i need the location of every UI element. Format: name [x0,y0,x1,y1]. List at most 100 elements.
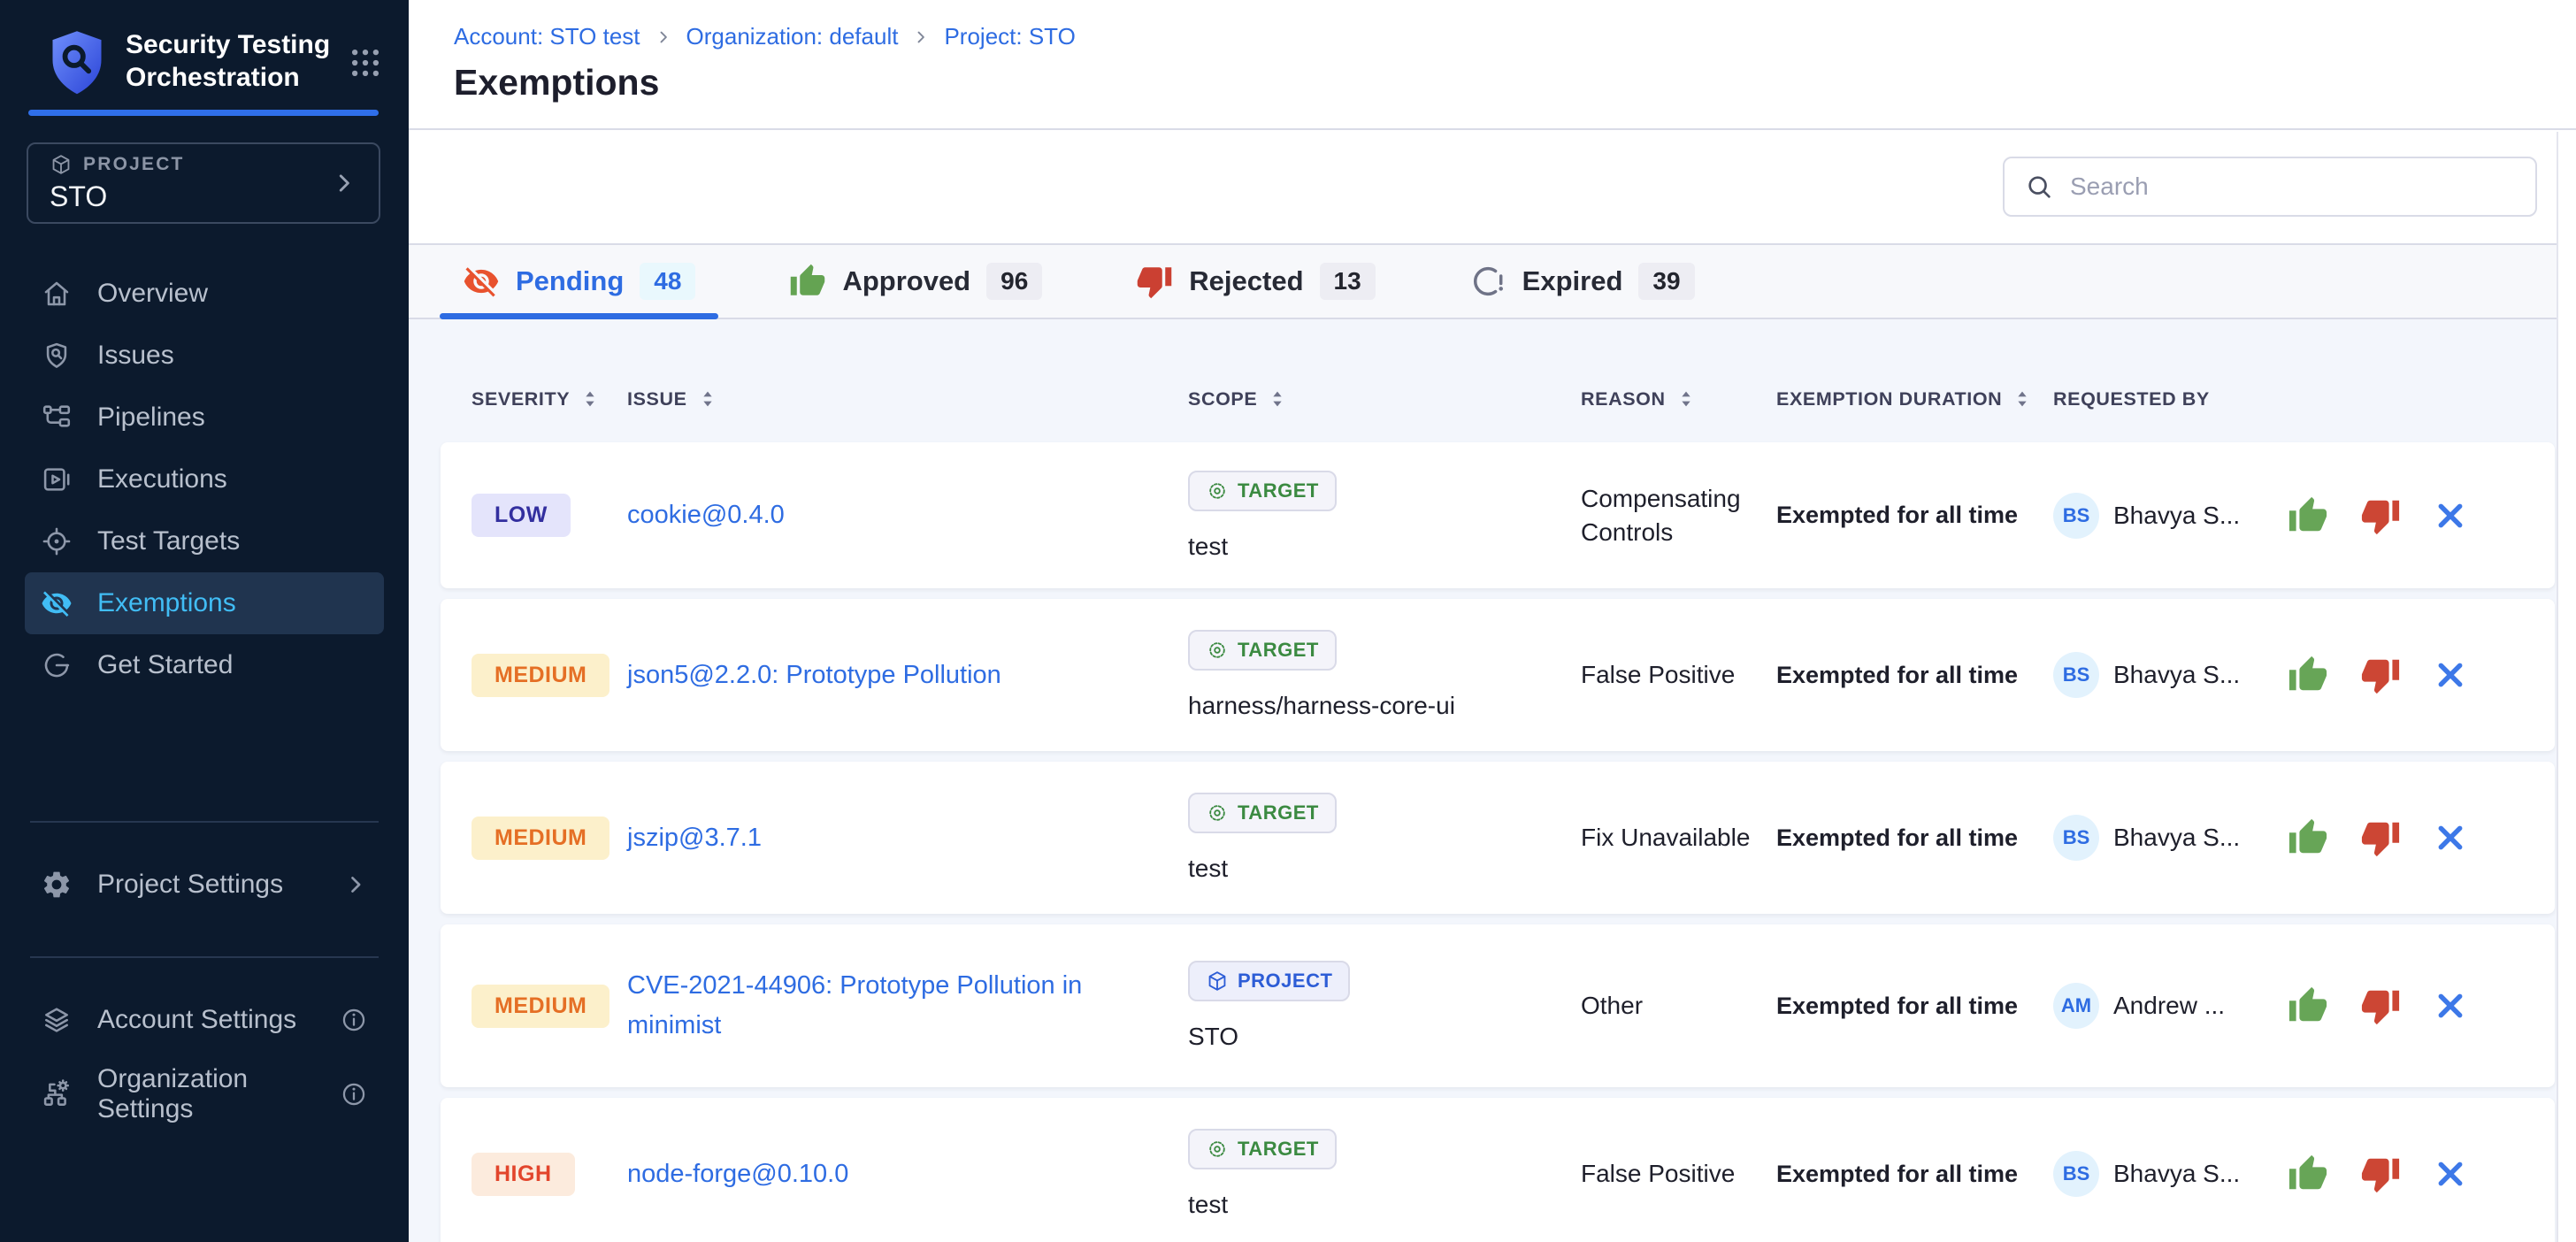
issue-cell: cookie@0.4.0 [627,495,1188,535]
column-header-reason[interactable]: REASON [1581,387,1776,410]
cancel-exemption-button[interactable] [2433,820,2468,855]
scrollbar-track[interactable] [2557,132,2576,1242]
cancel-exemption-button[interactable] [2433,657,2468,693]
scope-cell: TARGETharness/harness-core-ui [1188,630,1581,720]
sidebar-settings-nav: Project Settings [0,854,409,916]
reject-button[interactable] [2360,1154,2401,1194]
sidebar-item-label: Exemptions [97,588,236,618]
scope-badge: TARGET [1188,793,1337,833]
scope-type-label: TARGET [1238,479,1319,502]
sidebar-admin-nav: Account Settings Organization Settings [0,989,409,1125]
scope-cell: TARGETtest [1188,793,1581,883]
thumb-up-icon [789,263,826,300]
sidebar-item-label: Organization Settings [97,1064,315,1124]
cube-icon [1206,970,1229,993]
reject-button[interactable] [2360,985,2401,1026]
search-icon [2024,172,2054,202]
sidebar-item-account-settings[interactable]: Account Settings [25,989,384,1051]
issue-link[interactable]: jszip@3.7.1 [627,818,1188,858]
severity-cell: MEDIUM [472,654,627,697]
sidebar-item-organization-settings[interactable]: Organization Settings [25,1063,384,1125]
sidebar-item-executions[interactable]: Executions [25,448,384,510]
sidebar-item-pipelines[interactable]: Pipelines [25,387,384,448]
sort-icon [1266,387,1289,410]
tab-approved[interactable]: Approved96 [766,245,1065,318]
avatar: BS [2053,815,2099,861]
module-grid-icon[interactable] [349,46,382,80]
cancel-exemption-button[interactable] [2433,1156,2468,1192]
column-header-label: REQUESTED BY [2053,388,2210,410]
table-row: MEDIUMjszip@3.7.1TARGETtestFix Unavailab… [441,762,2555,914]
issue-cell: jszip@3.7.1 [627,818,1188,858]
clock-expired-icon [1469,263,1506,300]
thumb-up-icon [2288,495,2328,536]
reject-button[interactable] [2360,655,2401,695]
tab-label: Expired [1522,265,1623,297]
sidebar-item-get-started[interactable]: Get Started [25,634,384,696]
reject-button[interactable] [2360,817,2401,858]
severity-badge: MEDIUM [472,654,610,697]
sidebar-item-test-targets[interactable]: Test Targets [25,510,384,572]
sidebar-item-label: Issues [97,341,174,371]
column-header-label: SEVERITY [472,388,570,410]
issue-link[interactable]: json5@2.2.0: Prototype Pollution [627,656,1188,695]
avatar: BS [2053,652,2099,698]
requested-by-cell: BSBhavya S... [2053,652,2288,698]
duration-cell: Exempted for all time [1776,502,2053,529]
tab-pending[interactable]: Pending48 [440,245,718,318]
approve-button[interactable] [2288,985,2328,1026]
column-header-severity[interactable]: SEVERITY [472,387,627,410]
approve-button[interactable] [2288,655,2328,695]
project-selector[interactable]: PROJECT STO [27,142,380,224]
sidebar-item-issues[interactable]: Issues [25,325,384,387]
column-header-exemption-duration[interactable]: EXEMPTION DURATION [1776,387,2053,410]
chevron-right-icon [331,170,357,196]
search-input[interactable] [2070,172,2516,201]
column-header-label: ISSUE [627,388,687,410]
chevron-right-icon [343,872,368,897]
sidebar-item-label: Test Targets [97,526,240,556]
executions-icon [41,464,73,495]
thumb-down-icon [1136,263,1173,300]
breadcrumb-link[interactable]: Project: STO [944,23,1075,50]
chevron-right-icon [912,28,930,46]
thumb-up-icon [2288,817,2328,858]
reject-button[interactable] [2360,495,2401,536]
module-grid-icon [349,46,382,80]
sidebar-item-project-settings[interactable]: Project Settings [25,854,384,916]
table-rows: LOWcookie@0.4.0TARGETtestCompensating Co… [441,442,2555,1242]
issue-cell: json5@2.2.0: Prototype Pollution [627,656,1188,695]
sidebar-item-overview[interactable]: Overview [25,263,384,325]
reason-cell: False Positive [1581,658,1776,692]
project-selector-label: PROJECT [83,154,185,175]
cancel-exemption-button[interactable] [2433,498,2468,533]
breadcrumb-link[interactable]: Account: STO test [454,23,640,50]
tab-bar: Pending48 Approved96 Rejected13 Expired39 [409,245,2576,319]
sidebar-item-exemptions[interactable]: Exemptions [25,572,384,634]
column-header-label: EXEMPTION DURATION [1776,388,2002,410]
issue-link[interactable]: node-forge@0.10.0 [627,1154,1188,1194]
row-actions [2288,985,2555,1026]
scope-name: test [1188,533,1228,561]
breadcrumb-link[interactable]: Organization: default [686,23,899,50]
issue-link[interactable]: cookie@0.4.0 [627,495,1188,535]
requested-by-cell: BSBhavya S... [2053,493,2288,539]
tab-expired[interactable]: Expired39 [1446,245,1718,318]
severity-cell: MEDIUM [472,985,627,1028]
target-icon [1206,639,1229,662]
avatar: BS [2053,1151,2099,1197]
requester-name: Bhavya S... [2113,1160,2240,1188]
approve-button[interactable] [2288,1154,2328,1194]
duration-cell: Exempted for all time [1776,1161,2053,1188]
approve-button[interactable] [2288,495,2328,536]
issue-link[interactable]: CVE-2021-44906: Prototype Pollution in m… [627,966,1188,1046]
column-header-issue[interactable]: ISSUE [627,387,1188,410]
column-header-scope[interactable]: SCOPE [1188,387,1581,410]
approve-button[interactable] [2288,817,2328,858]
severity-badge: MEDIUM [472,816,610,860]
tab-rejected[interactable]: Rejected13 [1113,245,1398,318]
app-title: Security Testing Orchestration [126,28,347,94]
x-icon [2433,988,2468,1024]
cancel-exemption-button[interactable] [2433,988,2468,1024]
cube-icon [50,153,73,176]
